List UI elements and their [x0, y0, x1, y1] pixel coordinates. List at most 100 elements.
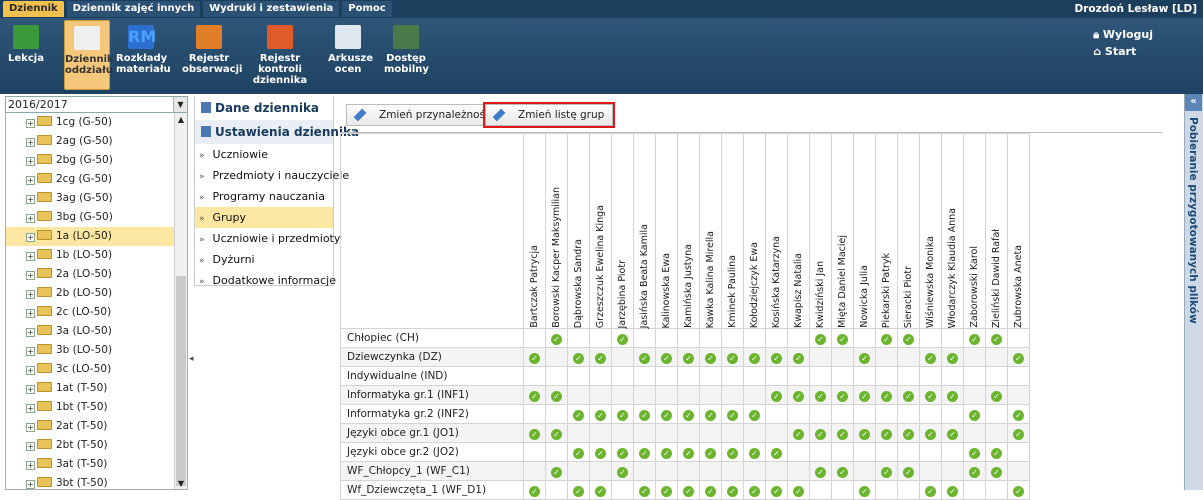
membership-cell[interactable]: [897, 366, 920, 386]
membership-cell[interactable]: [919, 366, 942, 386]
membership-cell[interactable]: ✓: [633, 480, 656, 500]
membership-cell[interactable]: [853, 328, 876, 348]
check-icon[interactable]: ✓: [617, 447, 628, 459]
expand-icon[interactable]: +: [26, 328, 35, 337]
membership-cell[interactable]: [809, 347, 832, 367]
check-icon[interactable]: ✓: [903, 466, 914, 478]
membership-cell[interactable]: [875, 480, 898, 500]
membership-cell[interactable]: ✓: [721, 347, 744, 367]
membership-cell[interactable]: [721, 328, 744, 348]
student-name[interactable]: Sieracki Piotr: [903, 263, 914, 328]
check-icon[interactable]: ✓: [617, 466, 628, 478]
student-column-header[interactable]: Piekarski Patryk: [875, 133, 898, 329]
membership-cell[interactable]: [831, 480, 854, 500]
membership-cell[interactable]: ✓: [743, 442, 766, 462]
membership-cell[interactable]: ✓: [655, 480, 678, 500]
group-name[interactable]: Wf_Dziewczęta_1 (WF_D1): [340, 480, 524, 500]
student-column-header[interactable]: Kminek Paulina: [721, 133, 744, 329]
check-icon[interactable]: ✓: [859, 352, 870, 364]
group-row[interactable]: Języki obce gr.1 (JO1) ✓ ✓ ✓ ✓ ✓ ✓ ✓ ✓ ✓ ✓ ✓: [340, 423, 1030, 443]
settings-item-label[interactable]: Uczniowie i przedmioty: [213, 232, 341, 245]
zmien-liste-grup-button[interactable]: Zmień listę grup: [482, 102, 616, 128]
check-icon[interactable]: ✓: [1013, 409, 1024, 421]
dostep-mobilny-button[interactable]: Dostęp mobilny: [384, 20, 429, 90]
membership-cell[interactable]: ✓: [721, 442, 744, 462]
check-icon[interactable]: ✓: [859, 485, 870, 497]
student-name[interactable]: Mięta Daniel Maciej: [837, 232, 848, 328]
membership-cell[interactable]: ✓: [677, 347, 700, 367]
membership-cell[interactable]: [963, 423, 986, 443]
membership-cell[interactable]: [589, 328, 612, 348]
folder-icon[interactable]: [37, 154, 52, 164]
folder-icon[interactable]: [37, 325, 52, 335]
lekcja-button[interactable]: Lekcja: [6, 20, 46, 90]
menu-tab-wydruki[interactable]: Wydruki i zestawienia: [203, 1, 340, 17]
membership-cell[interactable]: ✓: [941, 347, 964, 367]
check-icon[interactable]: ✓: [749, 352, 760, 364]
tree-item-label[interactable]: 2a (LO-50): [56, 268, 112, 280]
membership-cell[interactable]: [633, 461, 656, 481]
membership-cell[interactable]: [875, 347, 898, 367]
membership-cell[interactable]: [589, 385, 612, 405]
folder-icon[interactable]: [37, 439, 52, 449]
settings-item[interactable]: » Przedmioty i nauczyciele: [195, 165, 349, 186]
membership-cell[interactable]: ✓: [787, 423, 810, 443]
check-icon[interactable]: ✓: [925, 352, 936, 364]
membership-cell[interactable]: [831, 442, 854, 462]
membership-cell[interactable]: [743, 423, 766, 443]
expand-icon[interactable]: +: [26, 423, 35, 432]
check-icon[interactable]: ✓: [595, 485, 606, 497]
membership-cell[interactable]: [853, 366, 876, 386]
membership-cell[interactable]: ✓: [787, 347, 810, 367]
membership-cell[interactable]: [765, 404, 788, 424]
check-icon[interactable]: ✓: [771, 485, 782, 497]
expand-icon[interactable]: +: [26, 347, 35, 356]
student-name[interactable]: Zieliński Dawid Rafał: [991, 226, 1002, 328]
student-name[interactable]: Kołodziejczyk Ewa: [749, 239, 760, 328]
membership-cell[interactable]: ✓: [589, 404, 612, 424]
check-icon[interactable]: ✓: [727, 352, 738, 364]
membership-cell[interactable]: ✓: [809, 328, 832, 348]
dziennik-oddzialu-button[interactable]: Dziennik oddziału: [64, 20, 114, 90]
membership-cell[interactable]: [567, 328, 590, 348]
check-icon[interactable]: ✓: [573, 352, 584, 364]
check-icon[interactable]: ✓: [793, 352, 804, 364]
membership-cell[interactable]: ✓: [699, 404, 722, 424]
membership-cell[interactable]: ✓: [941, 480, 964, 500]
student-name[interactable]: Kwidziński Jan: [815, 258, 826, 328]
membership-cell[interactable]: [611, 347, 634, 367]
membership-cell[interactable]: ✓: [985, 442, 1008, 462]
expand-icon[interactable]: +: [26, 119, 35, 128]
membership-cell[interactable]: [875, 442, 898, 462]
membership-cell[interactable]: [831, 404, 854, 424]
membership-cell[interactable]: ✓: [721, 480, 744, 500]
membership-cell[interactable]: ✓: [633, 347, 656, 367]
check-icon[interactable]: ✓: [595, 447, 606, 459]
check-icon[interactable]: ✓: [771, 447, 782, 459]
tree-item-label[interactable]: 3c (LO-50): [56, 363, 111, 375]
membership-cell[interactable]: [589, 461, 612, 481]
folder-icon[interactable]: [37, 249, 52, 259]
check-icon[interactable]: ✓: [881, 428, 892, 440]
check-icon[interactable]: ✓: [529, 485, 540, 497]
membership-cell[interactable]: [1007, 366, 1030, 386]
student-column-header[interactable]: Wiśniewska Monika: [919, 133, 942, 329]
check-icon[interactable]: ✓: [661, 485, 672, 497]
check-icon[interactable]: ✓: [639, 409, 650, 421]
check-icon[interactable]: ✓: [661, 352, 672, 364]
membership-cell[interactable]: ✓: [677, 442, 700, 462]
folder-icon[interactable]: [37, 116, 52, 126]
membership-cell[interactable]: [633, 385, 656, 405]
membership-cell[interactable]: [765, 461, 788, 481]
membership-cell[interactable]: ✓: [787, 480, 810, 500]
folder-icon[interactable]: [37, 382, 52, 392]
group-name[interactable]: Informatyka gr.2 (INF2): [340, 404, 524, 424]
membership-cell[interactable]: [853, 442, 876, 462]
membership-cell[interactable]: ✓: [523, 347, 546, 367]
check-icon[interactable]: ✓: [683, 485, 694, 497]
settings-item-label[interactable]: Uczniowie: [213, 148, 268, 161]
menu-tab-pomoc[interactable]: Pomoc: [342, 1, 392, 17]
tree-item-label[interactable]: 2cg (G-50): [56, 173, 112, 185]
membership-cell[interactable]: [721, 385, 744, 405]
membership-cell[interactable]: [545, 404, 568, 424]
